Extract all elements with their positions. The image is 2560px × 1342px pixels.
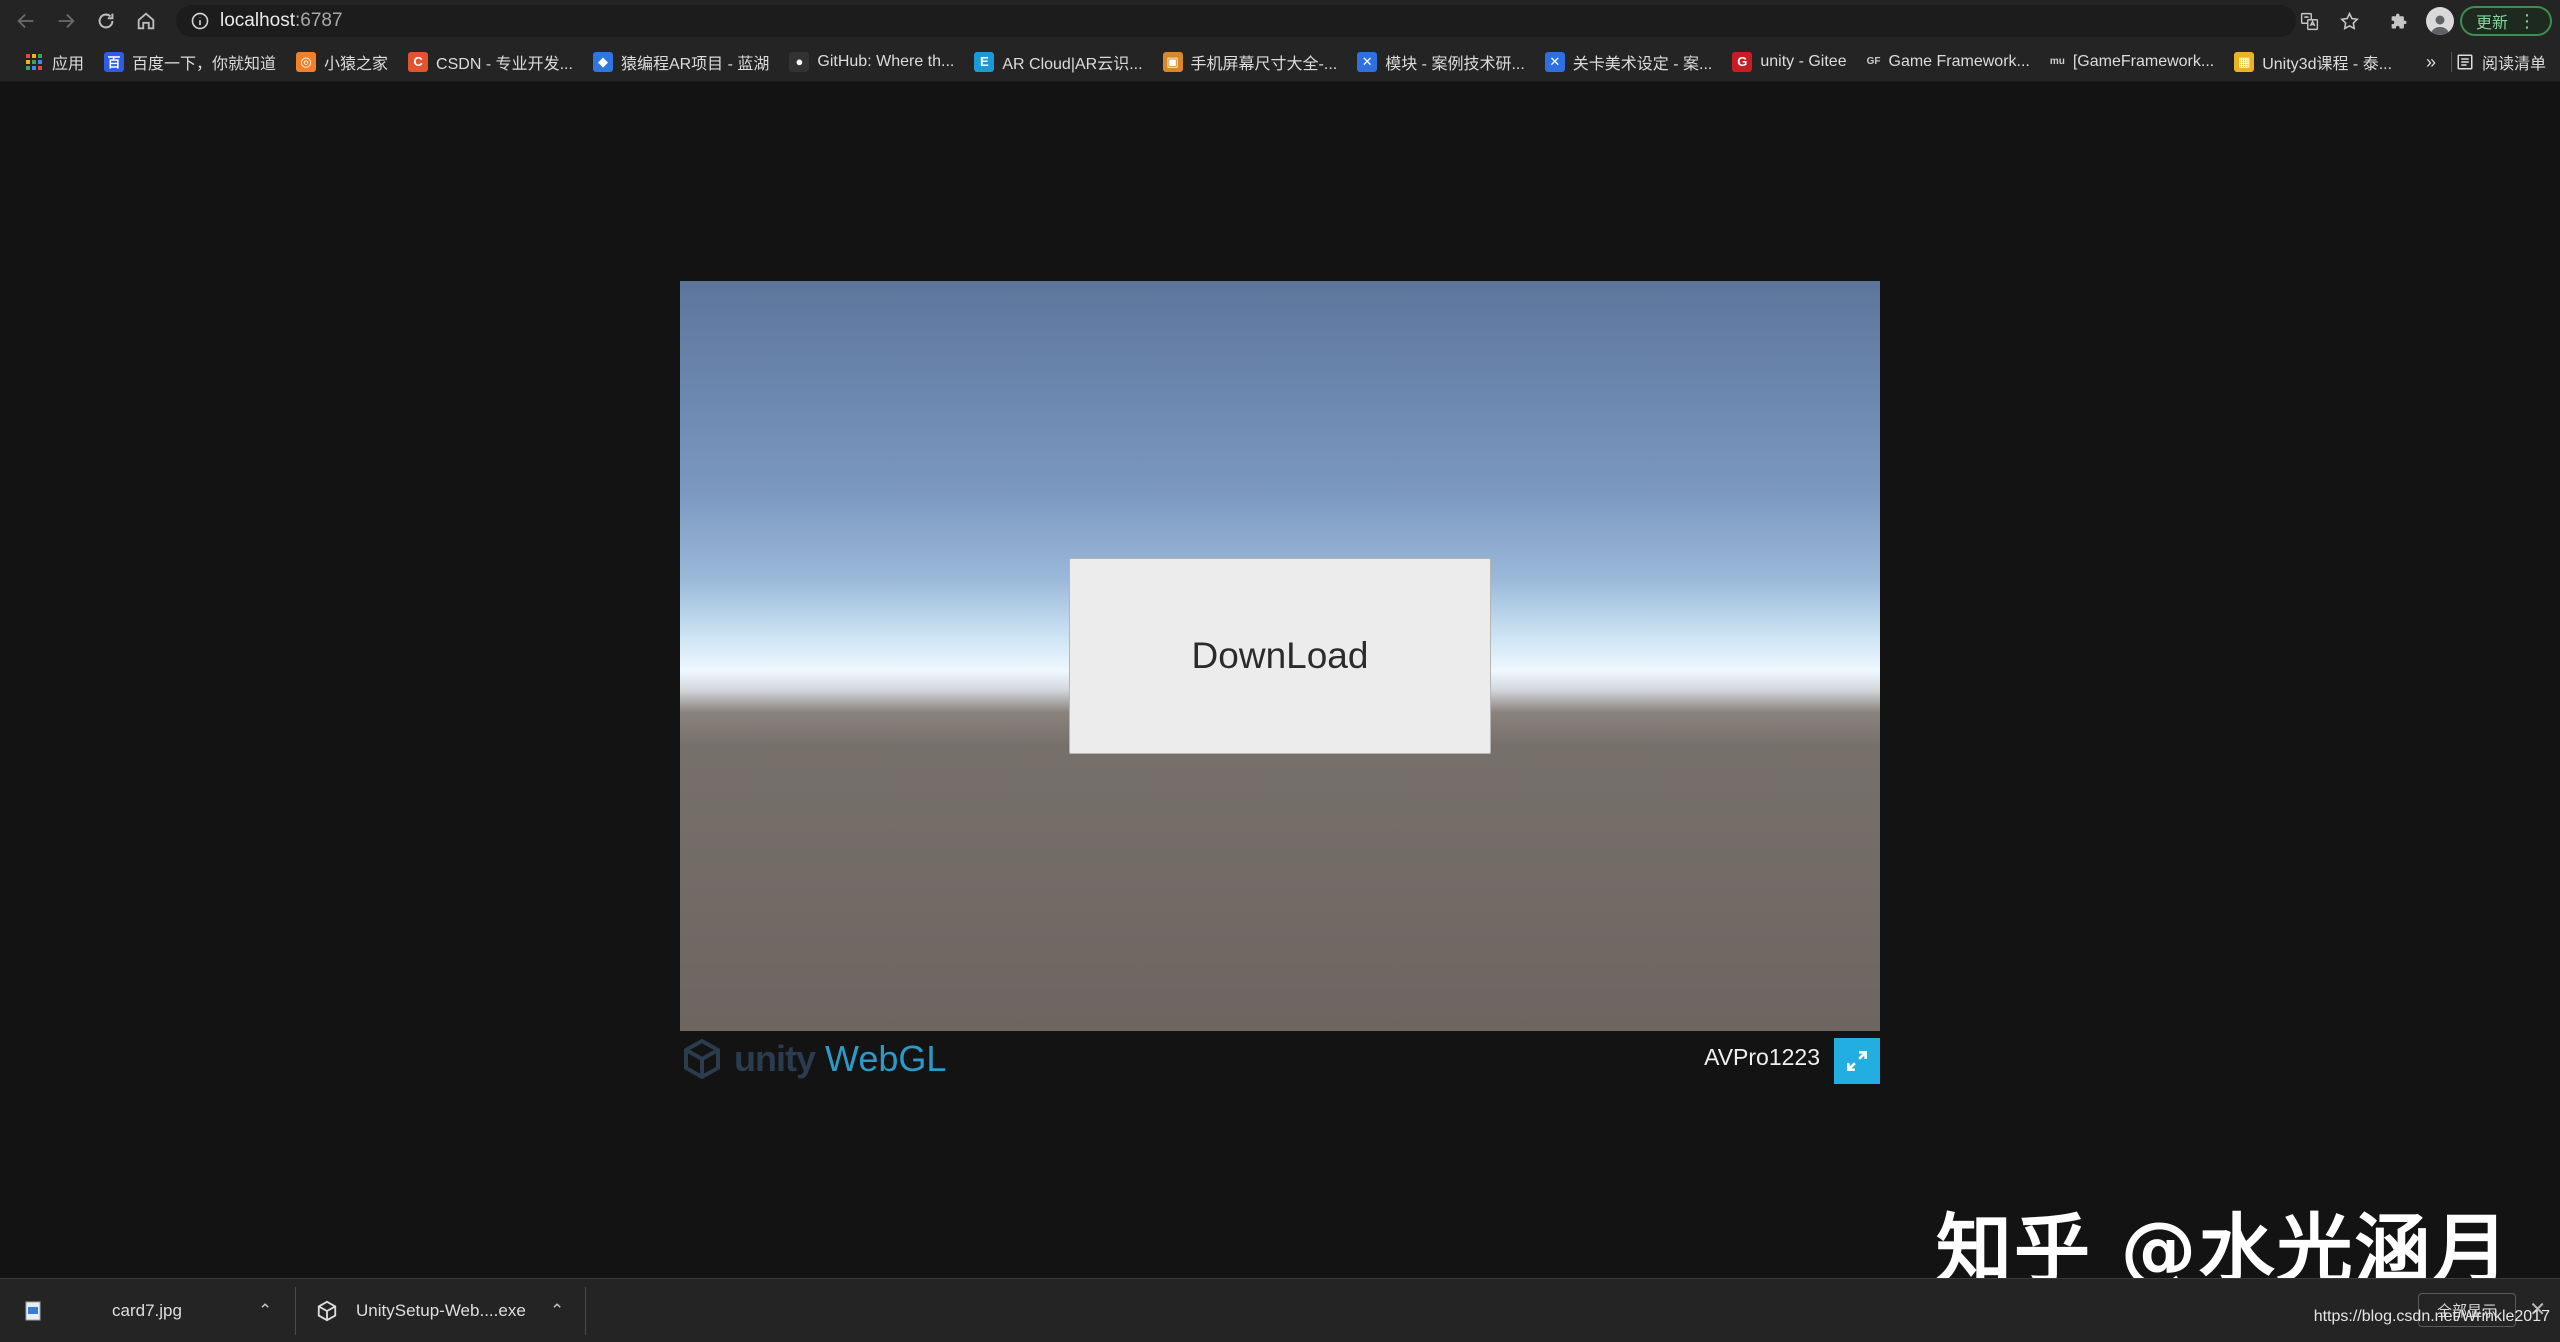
info-icon bbox=[191, 12, 209, 30]
bookmark-item[interactable]: Gunity - Gitee bbox=[1722, 42, 1856, 82]
csdn-icon: C bbox=[408, 51, 429, 72]
unity-course-icon: ▦ bbox=[2234, 51, 2255, 72]
image-file-icon bbox=[22, 1298, 44, 1324]
download-item-unitysetup[interactable]: UnitySetup-Web....exe ⌃ bbox=[316, 1289, 578, 1333]
url-text: localhost:6787 bbox=[220, 10, 343, 32]
back-button[interactable] bbox=[6, 0, 46, 42]
logo-webgl-text: WebGL bbox=[825, 1038, 947, 1079]
gf-icon: GF bbox=[1866, 56, 1881, 67]
bookmark-item[interactable]: ◎ 小猿之家 bbox=[286, 42, 398, 82]
bookmark-label: [GameFramework... bbox=[2072, 52, 2215, 70]
bookmark-item[interactable]: 百百度一下，你就知道 bbox=[94, 42, 286, 82]
bookmark-label: 猿编程AR项目 - 蓝湖 bbox=[620, 55, 770, 73]
blog-url-watermark: https://blog.csdn.net/Wrinkle2017 bbox=[2313, 1308, 2550, 1325]
unity-build-title: AVPro1223 bbox=[1704, 1044, 1820, 1070]
apps-grid-icon bbox=[24, 52, 44, 72]
bookmarks-bar: 应用百百度一下，你就知道 ◎ 小猿之家 C CSDN - 专业开发... ◆ 猿编程AR项目… bbox=[0, 42, 2560, 82]
fullscreen-icon bbox=[1847, 1051, 1867, 1071]
bookmark-label: Unity3d课程 - 泰... bbox=[2262, 55, 2393, 73]
bookmark-item[interactable]: ▦ Unity3d课程 - 泰... bbox=[2224, 42, 2402, 82]
bookmarks-more-label: » bbox=[2425, 51, 2436, 72]
home-icon bbox=[137, 12, 155, 30]
baidu-icon: 百 bbox=[104, 51, 125, 72]
phone-size-icon: ▣ bbox=[1162, 51, 1183, 72]
arrow-right-icon bbox=[58, 13, 75, 29]
download-shelf: card7.jpg ⌃ UnitySetup-Web....exe ⌃ 全部显示… bbox=[0, 1278, 2560, 1342]
chevron-up-icon[interactable]: ⌃ bbox=[258, 1301, 272, 1321]
forward-button[interactable] bbox=[46, 0, 86, 42]
bookmark-item[interactable]: ▣ 手机屏幕尺寸大全-... bbox=[1153, 42, 1348, 82]
bookmark-item[interactable]: E AR Cloud|AR云识... bbox=[964, 42, 1152, 82]
download-item-name: UnitySetup-Web....exe bbox=[356, 1301, 526, 1320]
arcloud-icon: E bbox=[974, 51, 995, 72]
xiaoyuan-icon: ◎ bbox=[296, 51, 317, 72]
lanhu-icon: ◆ bbox=[592, 51, 613, 72]
reading-list-button[interactable]: 阅读清单 bbox=[2456, 42, 2546, 82]
confluence-icon: ✕ bbox=[1544, 51, 1565, 72]
bookmark-label: 小猿之家 bbox=[324, 55, 389, 73]
bookmark-label: 关卡美术设定 - 案... bbox=[1572, 55, 1713, 73]
extensions-button[interactable] bbox=[2380, 0, 2420, 42]
bookmark-label: Game Framework... bbox=[1888, 52, 2030, 70]
translate-button[interactable] bbox=[2290, 0, 2330, 42]
bookmark-item[interactable]: ● GitHub: Where th... bbox=[779, 42, 964, 82]
home-button[interactable] bbox=[126, 0, 166, 42]
gitee-icon: G bbox=[1732, 51, 1753, 72]
url-host: localhost bbox=[220, 10, 295, 31]
star-icon bbox=[2340, 11, 2360, 30]
bookmark-star-button[interactable] bbox=[2330, 0, 2370, 42]
shelf-separator bbox=[295, 1287, 296, 1335]
update-label: 更新 bbox=[2475, 15, 2508, 32]
bookmark-label: AR Cloud|AR云识... bbox=[1002, 55, 1143, 73]
profile-avatar[interactable] bbox=[2425, 7, 2454, 35]
bookmarks-divider bbox=[2451, 52, 2452, 72]
unity-webgl-logo: unity WebGL bbox=[680, 1036, 946, 1082]
bookmark-item[interactable]: mu [GameFramework... bbox=[2040, 42, 2224, 82]
browser-toolbar: localhost:6787 更新 ⋮ bbox=[0, 0, 2560, 42]
bookmark-label: GitHub: Where th... bbox=[817, 52, 955, 70]
unity-logo-icon bbox=[684, 1038, 720, 1080]
bookmark-item[interactable]: 应用 bbox=[14, 42, 94, 82]
unity-installer-icon bbox=[316, 1298, 338, 1324]
bookmark-item[interactable]: GF Game Framework... bbox=[1857, 42, 2040, 82]
fullscreen-button[interactable] bbox=[1834, 1038, 1880, 1084]
bookmark-label: unity - Gitee bbox=[1760, 52, 1847, 70]
bookmark-label: 百度一下，你就知道 bbox=[132, 55, 277, 73]
download-item-name: card7.jpg bbox=[112, 1301, 182, 1320]
bookmarks-overflow-button[interactable]: » bbox=[2426, 42, 2436, 82]
bookmark-item[interactable]: ◆ 猿编程AR项目 - 蓝湖 bbox=[583, 42, 779, 82]
address-bar[interactable]: localhost:6787 bbox=[176, 5, 2296, 37]
url-port: :6787 bbox=[295, 10, 343, 31]
arrow-left-icon bbox=[17, 13, 34, 29]
person-icon bbox=[2430, 15, 2449, 35]
bookmark-item[interactable]: C CSDN - 专业开发... bbox=[398, 42, 583, 82]
reading-list-label: 阅读清单 bbox=[2481, 56, 2546, 73]
confluence-icon: ✕ bbox=[1357, 51, 1378, 72]
logo-unity-text: unity bbox=[734, 1038, 816, 1079]
shelf-separator bbox=[585, 1287, 586, 1335]
bookmark-item[interactable]: ✕ 关卡美术设定 - 案... bbox=[1535, 42, 1723, 82]
bookmark-item[interactable]: ✕ 模块 - 案例技术研... bbox=[1347, 42, 1535, 82]
translate-icon bbox=[2301, 12, 2319, 30]
bookmark-label: 应用 bbox=[52, 55, 85, 73]
download-button[interactable]: DownLoad bbox=[1069, 558, 1491, 754]
reload-button[interactable] bbox=[86, 0, 126, 42]
update-button[interactable]: 更新 ⋮ bbox=[2459, 6, 2552, 36]
mu-icon: mu bbox=[2049, 56, 2065, 67]
bookmark-label: 模块 - 案例技术研... bbox=[1385, 55, 1525, 73]
reload-icon bbox=[98, 13, 114, 29]
unity-canvas[interactable]: DownLoad bbox=[680, 281, 1880, 1031]
more-vert-icon: ⋮ bbox=[2518, 11, 2536, 31]
bookmark-label: 手机屏幕尺寸大全-... bbox=[1190, 55, 1338, 73]
bookmark-label: CSDN - 专业开发... bbox=[436, 55, 573, 73]
download-item-card7[interactable]: card7.jpg ⌃ bbox=[22, 1289, 284, 1333]
puzzle-icon bbox=[2392, 13, 2407, 28]
chevron-up-icon[interactable]: ⌃ bbox=[550, 1301, 564, 1321]
toolbar-actions: 更新 ⋮ bbox=[2290, 0, 2560, 42]
github-icon: ● bbox=[789, 51, 810, 72]
download-button-label: DownLoad bbox=[1191, 635, 1369, 676]
reading-list-icon bbox=[2457, 54, 2473, 70]
